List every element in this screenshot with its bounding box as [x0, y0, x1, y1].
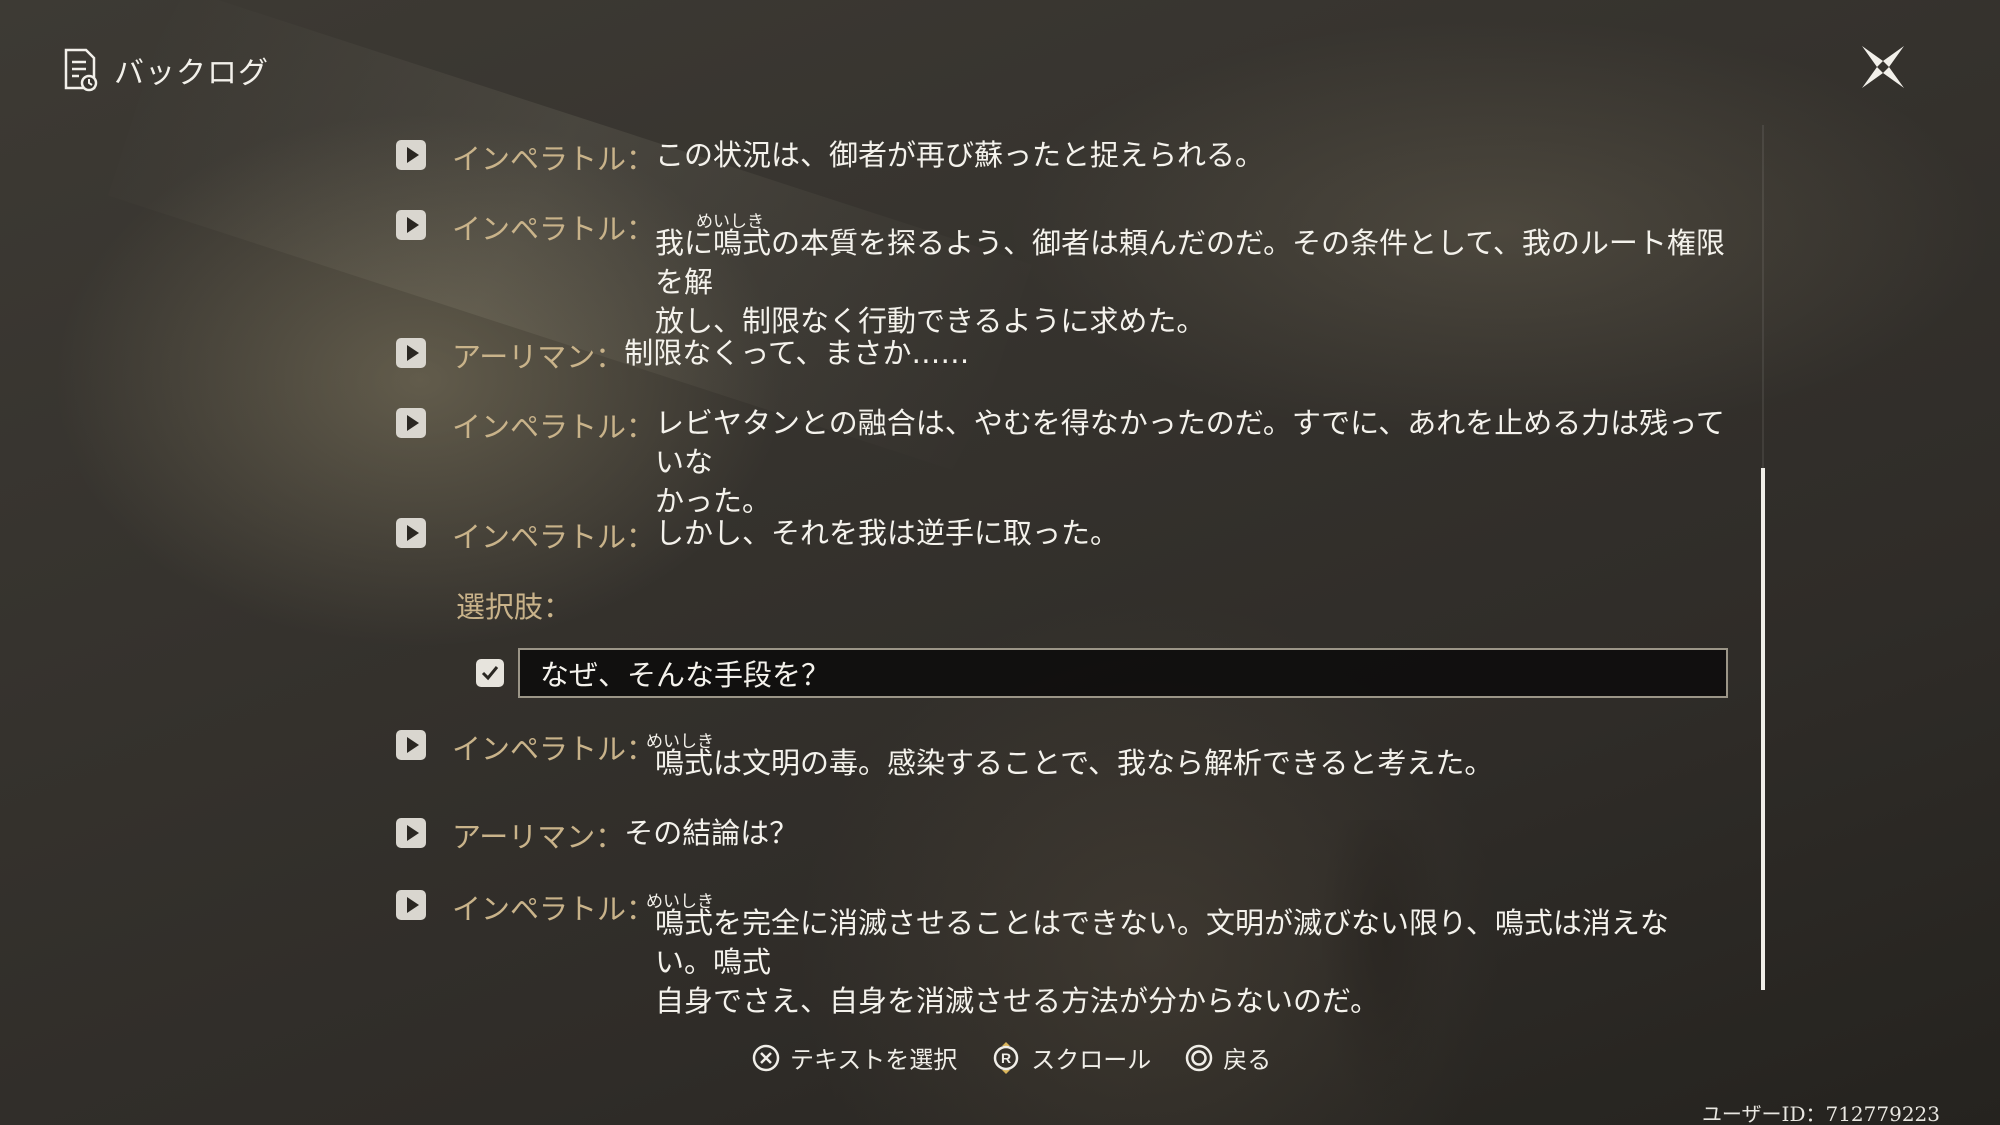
play-icon [406, 147, 419, 163]
log-entry: インペラトル： 鳴式は文明の毒。感染することで、我なら解析できると考えた。 [396, 726, 1493, 783]
header: バックログ [62, 48, 269, 92]
scrollbar-thumb[interactable] [1761, 468, 1765, 990]
replay-voice-button[interactable] [396, 730, 426, 760]
back-label: 戻る [1223, 1046, 1272, 1074]
dialogue-text: 鳴式は文明の毒。感染することで、我なら解析できると考えた。 [655, 746, 1494, 780]
dialogue-text: 鳴式を完全に消滅させることはできない。文明が滅びない限り、鳴式は消えない。鳴式 … [655, 906, 1669, 1018]
log-entry: アーリマン： その結論は？ [396, 814, 798, 856]
furigana: めいしき [696, 212, 764, 232]
play-icon [406, 415, 419, 431]
replay-voice-button[interactable] [396, 518, 426, 548]
cross-button-icon [752, 1044, 780, 1071]
log-entry: インペラトル： しかし、それを我は逆手に取った。 [396, 514, 1119, 556]
right-stick-icon: R [994, 1041, 1019, 1074]
choice-option: なぜ、そんな手段を？ [476, 648, 1728, 698]
button-hints: テキストを選択 R スクロール 戻る [752, 1040, 1271, 1075]
choice-label: 選択肢： [456, 590, 573, 624]
log-entry: インペラトル： レビヤタンとの融合は、やむを得なかったのだ。すでに、あれを止める… [396, 404, 1726, 521]
play-icon [406, 217, 419, 233]
furigana: めいしき [646, 892, 714, 912]
choice-selected-checkbox [476, 659, 504, 687]
back-hint[interactable]: 戻る [1185, 1040, 1271, 1075]
circle-button-icon [1186, 1044, 1213, 1071]
dialogue-text: しかし、それを我は逆手に取った。 [655, 516, 1120, 550]
play-icon [406, 737, 419, 753]
checkmark-icon [481, 666, 499, 681]
log-entry: インペラトル： この状況は、御者が再び蘇ったと捉えられる。 [396, 136, 1264, 178]
speaker-name: インペラトル： [452, 732, 656, 766]
log-entry: インペラトル： 我に鳴式の本質を探るよう、御者は頼んだのだ。その条件として、我の… [396, 206, 1726, 341]
backlog-list: インペラトル： この状況は、御者が再び蘇ったと捉えられる。 インペラトル： 我に… [396, 0, 1728, 1125]
close-x-icon [1862, 46, 1904, 88]
play-icon [406, 525, 419, 541]
speaker-name: インペラトル： [452, 892, 656, 926]
backlog-document-icon [62, 48, 98, 92]
user-id: ユーザーID：712779223 [1701, 1102, 1940, 1125]
speaker-name: インペラトル： [452, 142, 656, 176]
speaker-name: インペラトル： [452, 410, 656, 444]
page-title: バックログ [114, 56, 269, 91]
replay-voice-button[interactable] [396, 890, 426, 920]
close-button[interactable] [1856, 40, 1910, 94]
dialogue-text: 制限なくって、まさか…… [624, 336, 970, 370]
right-stick-letter: R [1001, 1050, 1011, 1066]
backlog-screen: バックログ インペラトル： この状況は、御者が再び蘇ったと捉えられる。 インペラ… [0, 0, 2000, 1125]
select-text-label: テキストを選択 [790, 1046, 958, 1074]
speaker-name: インペラトル： [452, 212, 656, 246]
dialogue-text: 我に鳴式の本質を探るよう、御者は頼んだのだ。その条件として、我のルート権限を解 … [655, 226, 1725, 338]
replay-voice-button[interactable] [396, 338, 426, 368]
speaker-name: アーリマン： [452, 820, 625, 854]
dialogue-text: レビヤタンとの融合は、やむを得なかったのだ。すでに、あれを止める力は残っていな … [655, 406, 1725, 518]
play-icon [406, 345, 419, 361]
dialogue-text: この状況は、御者が再び蘇ったと捉えられる。 [655, 138, 1265, 172]
speaker-name: インペラトル： [452, 520, 656, 554]
speaker-name: アーリマン： [452, 340, 625, 374]
scroll-label: スクロール [1031, 1046, 1152, 1074]
replay-voice-button[interactable] [396, 210, 426, 240]
furigana: めいしき [646, 732, 714, 752]
select-text-hint[interactable]: テキストを選択 [752, 1040, 957, 1075]
log-entry: インペラトル： 鳴式を完全に消滅させることはできない。文明が滅びない限り、鳴式は… [396, 886, 1726, 1021]
choice-option-text[interactable]: なぜ、そんな手段を？ [518, 648, 1728, 698]
replay-voice-button[interactable] [396, 818, 426, 848]
scroll-hint[interactable]: R スクロール [991, 1040, 1151, 1075]
replay-voice-button[interactable] [396, 140, 426, 170]
dialogue-text: その結論は？ [624, 816, 799, 850]
play-icon [406, 825, 419, 841]
log-entry: アーリマン： 制限なくって、まさか…… [396, 334, 969, 376]
replay-voice-button[interactable] [396, 408, 426, 438]
play-icon [406, 897, 419, 913]
